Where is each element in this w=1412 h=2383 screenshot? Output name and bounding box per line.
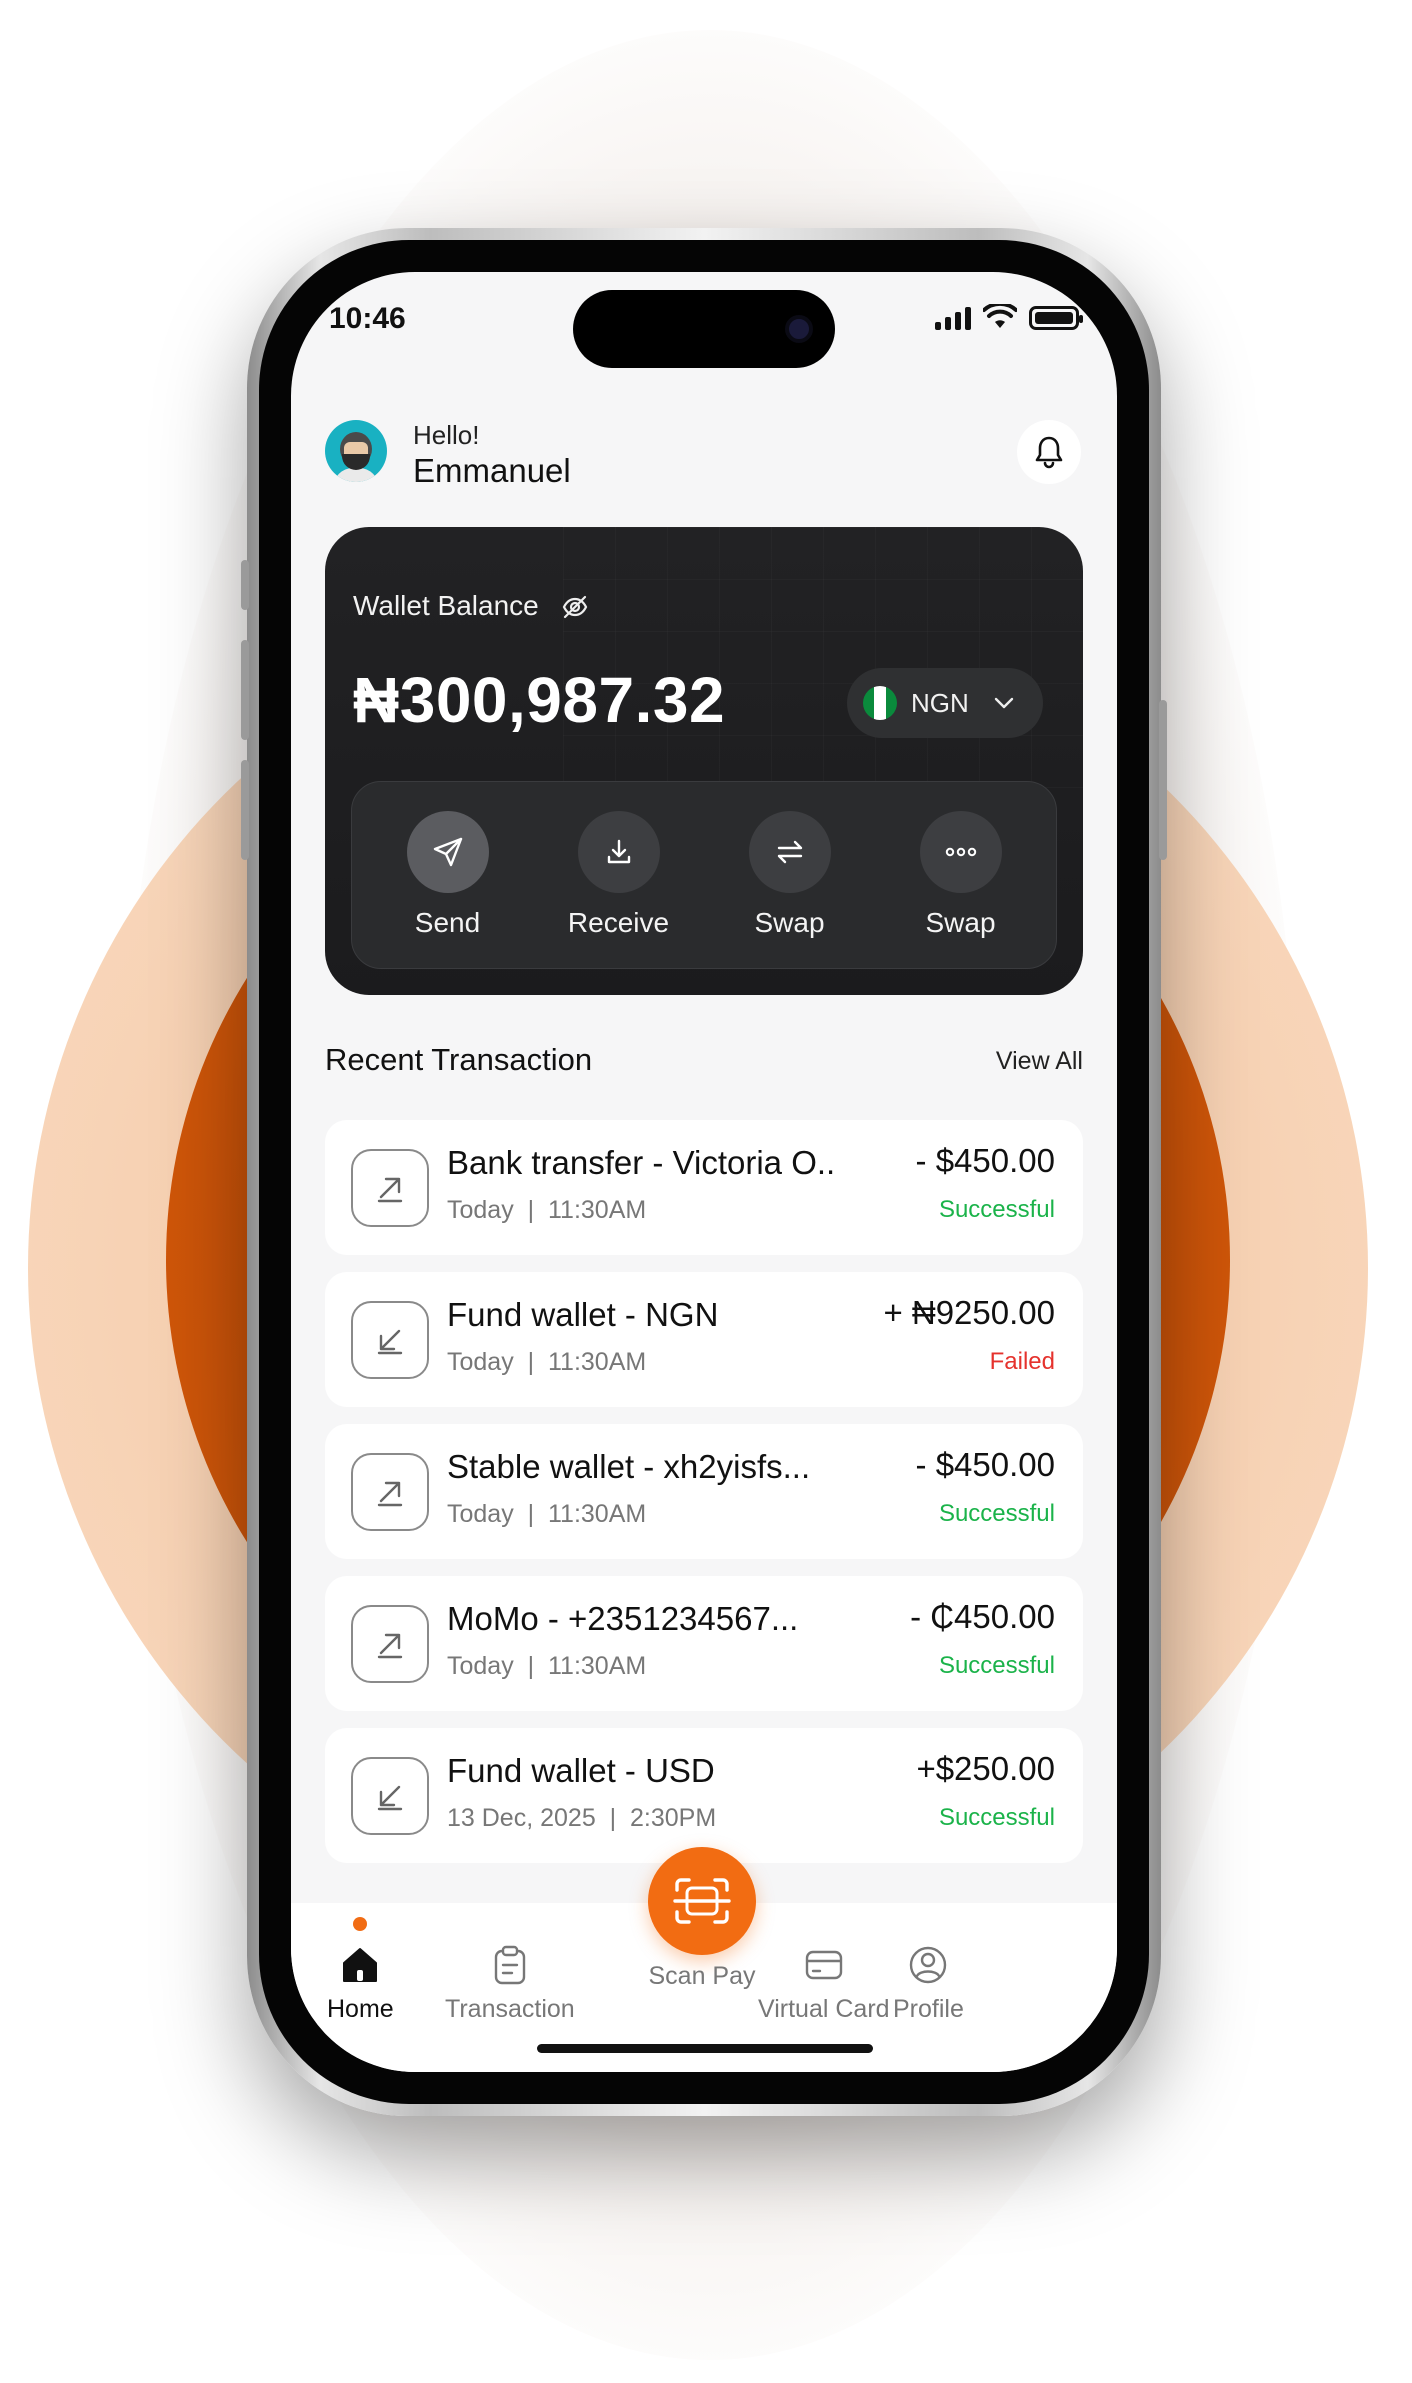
wallet-balance-amount: ₦300,987.32: [353, 664, 726, 736]
chevron-down-icon: [994, 697, 1013, 709]
download-icon: [607, 839, 630, 864]
nav-virtual-card-label: Virtual Card: [758, 1995, 890, 2023]
cellular-signal-icon: [935, 307, 971, 330]
transaction-title: Fund wallet - USD: [447, 1752, 715, 1789]
transaction-title: MoMo - +2351234567...: [447, 1600, 799, 1637]
greeting-hello: Hello!: [413, 420, 480, 450]
arrow-down-left-icon: [351, 1757, 429, 1835]
transaction-item[interactable]: Fund wallet - NGN Today | 11:30AM + ₦925…: [325, 1272, 1083, 1407]
clipboard-icon: [494, 1945, 526, 1985]
swap-button[interactable]: Swap: [715, 811, 865, 939]
more-button[interactable]: Swap: [886, 811, 1036, 939]
transaction-list: Bank transfer - Victoria O.. Today | 11:…: [325, 1120, 1083, 1880]
scan-pay-button[interactable]: [648, 1847, 756, 1955]
arrow-down-left-icon: [351, 1301, 429, 1379]
arrow-up-right-icon: [351, 1149, 429, 1227]
transaction-item[interactable]: Bank transfer - Victoria O.. Today | 11:…: [325, 1120, 1083, 1255]
transaction-amount: + ₦9250.00: [883, 1294, 1055, 1331]
view-all-link[interactable]: View All: [996, 1047, 1083, 1076]
nav-profile-label: Profile: [893, 1995, 964, 2023]
nigeria-flag-icon: [863, 686, 897, 720]
arrow-up-right-icon: [351, 1605, 429, 1683]
swap-label: Swap: [754, 907, 825, 938]
transaction-datetime: 13 Dec, 2025 | 2:30PM: [447, 1804, 717, 1832]
profile-icon: [910, 1946, 947, 1984]
eye-off-icon[interactable]: [561, 595, 589, 619]
send-button[interactable]: Send: [373, 811, 523, 939]
receive-label: Receive: [567, 907, 670, 938]
transaction-item[interactable]: Stable wallet - xh2yisfs... Today | 11:3…: [325, 1424, 1083, 1559]
swap-circle: [748, 811, 831, 893]
bell-icon: [1035, 436, 1063, 469]
canvas: 10:46 Hello! Emmanuel Wallet Balance ₦30…: [0, 0, 1412, 2383]
card-icon: [805, 1950, 842, 1980]
transaction-status: Failed: [989, 1348, 1055, 1375]
more-label: Swap: [925, 907, 996, 938]
scan-icon: [673, 1878, 731, 1924]
transaction-datetime: Today | 11:30AM: [447, 1348, 647, 1376]
power-button: [1159, 700, 1167, 860]
home-indicator: [537, 2044, 873, 2053]
wallet-card: Wallet Balance ₦300,987.32 NGN Send Rece…: [325, 527, 1083, 995]
nav-transaction[interactable]: Transaction: [445, 1943, 575, 2024]
send-circle: [406, 811, 489, 893]
receive-button[interactable]: Receive: [544, 811, 694, 939]
dynamic-island: [573, 290, 835, 368]
wallet-balance-label: Wallet Balance: [353, 590, 539, 621]
app-screen: 10:46 Hello! Emmanuel Wallet Balance ₦30…: [291, 272, 1117, 2072]
volume-up-button: [241, 640, 249, 740]
transaction-status: Successful: [938, 1500, 1055, 1527]
transaction-amount: - ₵450.00: [910, 1598, 1055, 1635]
send-icon: [433, 837, 462, 867]
status-time: 10:46: [329, 302, 406, 335]
notifications-button[interactable]: [1017, 420, 1081, 484]
transaction-status: Successful: [938, 1196, 1055, 1223]
transaction-status: Successful: [938, 1804, 1055, 1831]
nav-transaction-label: Transaction: [445, 1995, 575, 2023]
wallet-actions: Send Receive Swap Swap: [351, 781, 1057, 969]
arrow-up-right-icon: [351, 1453, 429, 1531]
scan-pay-label: Scan Pay: [648, 1962, 756, 1990]
avatar[interactable]: [325, 420, 387, 482]
transaction-title: Stable wallet - xh2yisfs...: [447, 1448, 811, 1485]
recent-transactions-title: Recent Transaction: [325, 1042, 593, 1077]
send-label: Send: [414, 907, 481, 938]
transaction-datetime: Today | 11:30AM: [447, 1196, 647, 1224]
more-icon: [945, 847, 976, 857]
transaction-amount: - $450.00: [915, 1142, 1055, 1179]
transaction-amount: +$250.00: [916, 1750, 1055, 1787]
more-circle: [919, 811, 1002, 893]
camera-icon: [785, 315, 813, 343]
transaction-status: Successful: [938, 1652, 1055, 1679]
nav-home-label: Home: [327, 1995, 394, 2023]
mute-switch: [241, 560, 249, 610]
wifi-icon: [983, 304, 1017, 328]
currency-selector[interactable]: NGN: [847, 668, 1043, 738]
transaction-item[interactable]: Fund wallet - USD 13 Dec, 2025 | 2:30PM …: [325, 1728, 1083, 1863]
transaction-datetime: Today | 11:30AM: [447, 1500, 647, 1528]
transaction-item[interactable]: MoMo - +2351234567... Today | 11:30AM - …: [325, 1576, 1083, 1711]
transaction-datetime: Today | 11:30AM: [447, 1652, 647, 1680]
currency-code: NGN: [911, 687, 969, 718]
active-indicator-dot: [353, 1917, 367, 1931]
nav-profile[interactable]: Profile: [893, 1943, 964, 2024]
battery-icon: [1029, 306, 1083, 330]
transaction-title: Bank transfer - Victoria O..: [447, 1144, 836, 1181]
swap-icon: [777, 840, 802, 864]
transaction-amount: - $450.00: [915, 1446, 1055, 1483]
nav-home[interactable]: Home: [327, 1917, 394, 2024]
nav-virtual-card[interactable]: Virtual Card: [758, 1943, 890, 2024]
receive-circle: [577, 811, 660, 893]
status-icons: [935, 304, 1083, 330]
transaction-title: Fund wallet - NGN: [447, 1296, 719, 1333]
home-icon: [343, 1948, 378, 1982]
user-name: Emmanuel: [413, 452, 571, 489]
volume-down-button: [241, 760, 249, 860]
